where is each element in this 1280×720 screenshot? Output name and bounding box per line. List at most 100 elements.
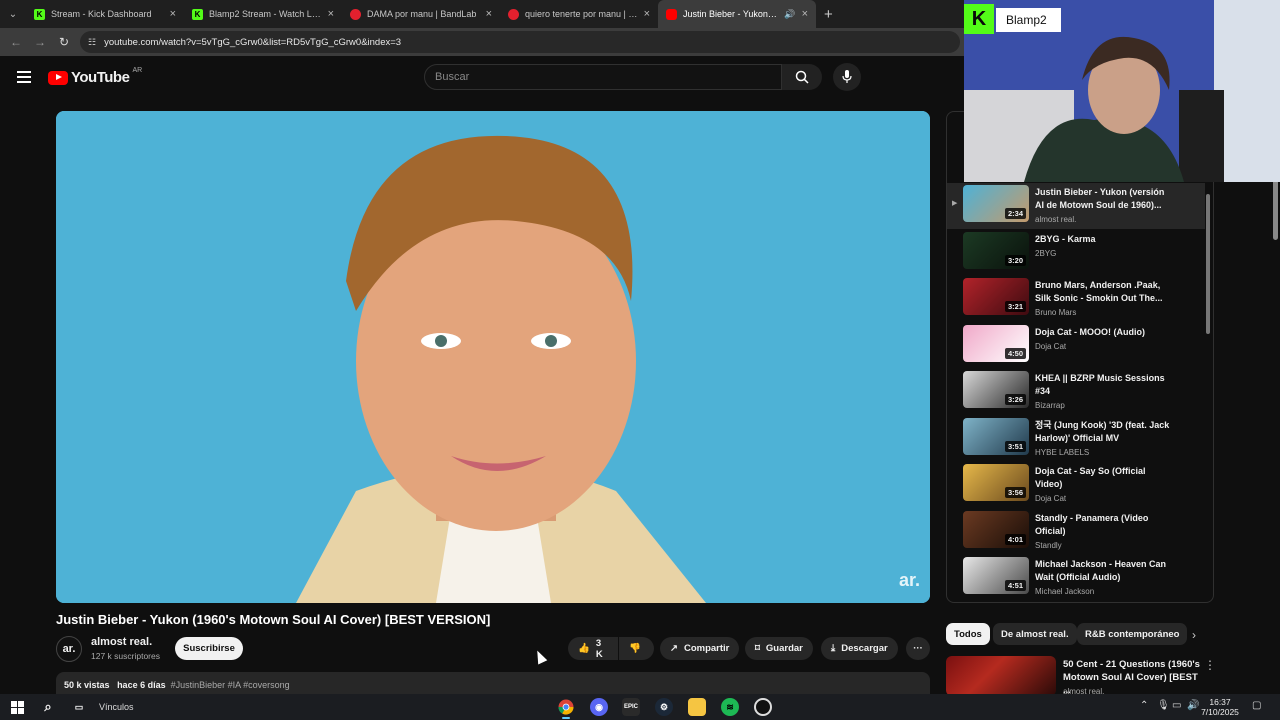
browser-tab[interactable]: K Stream - Kick Dashboard ×	[26, 0, 184, 28]
more-vert-icon[interactable]: ⋮	[1204, 658, 1216, 672]
channel-name[interactable]: almost real.	[91, 636, 152, 648]
file-explorer-icon[interactable]	[688, 698, 706, 716]
bookmark-icon: ⌑	[755, 643, 760, 654]
upload-age: hace 6 días	[117, 680, 166, 690]
share-icon: ↗	[670, 643, 678, 654]
playlist-scrollbar[interactable]	[1206, 184, 1212, 594]
back-icon[interactable]: ←	[4, 35, 28, 49]
playlist-item-channel: Michael Jackson	[1035, 587, 1095, 596]
browser-tab-active[interactable]: Justin Bieber - Yukon (1960' 🔊 ×	[658, 0, 816, 28]
system-clock[interactable]: 16:37 7/10/2025	[1200, 697, 1240, 717]
playlist-item[interactable]: 3:21 Bruno Mars, Anderson .Paak, Silk Son…	[947, 276, 1205, 322]
now-playing-icon: ▶	[952, 200, 958, 207]
search-icon[interactable]: ⌕	[39, 698, 57, 716]
playlist-thumbnail: 3:51	[963, 417, 1029, 455]
spotify-icon[interactable]: ≋	[721, 698, 739, 716]
playlist-item[interactable]: Doja Cat - Hot Pink Sessions:	[947, 602, 1205, 603]
video-duration: 4:01	[1004, 533, 1026, 545]
close-tab-icon[interactable]: ×	[328, 8, 334, 20]
subscribe-button[interactable]: Suscribirse	[175, 637, 243, 660]
playlist-item-title: 2BYG - Karma	[1035, 233, 1096, 244]
playlist-item-channel: 2BYG	[1035, 248, 1057, 258]
video-duration: 3:56	[1004, 487, 1026, 498]
site-info-icon[interactable]: ☷	[88, 37, 96, 48]
close-tab-icon[interactable]: ×	[486, 8, 492, 20]
chip-channel[interactable]: De almost real.	[993, 623, 1077, 645]
menu-icon[interactable]	[17, 71, 31, 83]
hashtags[interactable]: #JustinBieber #IA #coversong	[171, 680, 290, 690]
youtube-play-icon	[48, 70, 68, 85]
more-actions-button[interactable]: ···	[906, 637, 930, 660]
playlist-item-title: 정국 (Jung Kook) '3D (feat. Jack Harlow)' …	[1035, 419, 1170, 443]
speaker-icon[interactable]: 🔊	[784, 9, 795, 20]
network-icon[interactable]: ▭	[1172, 700, 1181, 711]
share-button[interactable]: ↗ Compartir	[660, 637, 740, 660]
dislike-button[interactable]: 👎	[619, 637, 654, 660]
youtube-icon	[666, 8, 677, 20]
youtube-logo[interactable]: YouTube AR	[48, 67, 142, 86]
close-tab-icon[interactable]: ×	[802, 8, 808, 20]
playlist-scroll-thumb[interactable]	[1206, 194, 1210, 334]
links-toolbar[interactable]: Vínculos	[99, 702, 134, 712]
url-field[interactable]: ☷ youtube.com/watch?v=5vTgG_cGrw0&list=R…	[80, 31, 960, 53]
microphone-tray-icon[interactable]: 🎙	[1157, 700, 1170, 711]
video-duration: 3:20	[1004, 254, 1026, 266]
playlist-item[interactable]: 3:26 KHEA || BZRP Music Sessions #34 Bizar…	[947, 369, 1205, 415]
like-button[interactable]: 👍 3 K	[568, 637, 618, 660]
more-icon: ···	[913, 643, 923, 654]
forward-icon[interactable]: →	[28, 35, 52, 49]
volume-icon[interactable]: 🔊	[1187, 700, 1199, 711]
chip-all[interactable]: Todos	[946, 623, 990, 645]
bandlab-icon	[508, 8, 519, 20]
kick-icon: K	[192, 8, 203, 20]
playlist-item[interactable]: 4:01 Standly - Panamera (Video Oficial) St…	[947, 509, 1205, 555]
thumbs-up-icon: 👍	[578, 643, 590, 654]
search-button[interactable]	[782, 64, 822, 90]
page-scrollbar[interactable]	[1270, 100, 1280, 694]
channel-avatar[interactable]: ar.	[56, 636, 82, 662]
steam-icon[interactable]: ⚙	[655, 698, 673, 716]
reload-icon[interactable]: ↻	[52, 35, 76, 49]
windows-start-icon[interactable]	[8, 698, 26, 716]
new-tab-icon[interactable]: +	[816, 6, 841, 23]
playlist-item[interactable]: 3:20 2BYG - Karma 2BYG	[947, 230, 1205, 276]
recommended-video[interactable]: 50 Cent - 21 Questions (1960's Motown So…	[946, 656, 1280, 696]
channel-watermark: ar.	[898, 570, 920, 590]
chrome-icon[interactable]	[557, 698, 575, 719]
browser-tab[interactable]: DAMA por manu | BandLab ×	[342, 0, 500, 28]
browser-tab[interactable]: quiero tenerte por manu | Band ×	[500, 0, 658, 28]
close-tab-icon[interactable]: ×	[170, 8, 176, 20]
playlist-item-channel: Bruno Mars	[1035, 308, 1077, 317]
playlist-item[interactable]: ▶ 2:34 Justin Bieber - Yukon (versión AI d…	[947, 183, 1205, 229]
kick-icon: K	[34, 8, 45, 20]
playlist-item-title: Bruno Mars, Anderson .Paak, Silk Sonic -…	[1035, 280, 1163, 303]
playlist-panel: ▶ 2:34 Justin Bieber - Yukon (versión AI d…	[946, 111, 1214, 603]
playlist-item[interactable]: 3:51 정국 (Jung Kook) '3D (feat. Jack Harlo…	[947, 416, 1205, 462]
search-input[interactable]: Buscar	[424, 64, 782, 90]
epic-games-icon[interactable]: EPIC	[622, 698, 640, 716]
chip-genre[interactable]: R&B contemporáneo	[1077, 623, 1188, 645]
playlist-item-channel: almost real.	[1035, 215, 1077, 224]
playlist-item[interactable]: 4:50 Doja Cat - MOOO! (Audio) Doja Cat	[947, 323, 1205, 369]
obs-icon[interactable]	[754, 698, 772, 716]
browser-tab[interactable]: K Blamp2 Stream - Watch Live on ×	[184, 0, 342, 28]
recommended-thumbnail	[946, 656, 1056, 696]
download-button[interactable]: ⤓ Descargar	[821, 637, 898, 660]
notifications-icon[interactable]: ▢	[1252, 700, 1261, 711]
tray-overflow-icon[interactable]: ⌃	[1140, 700, 1148, 711]
playlist-thumbnail: 3:26	[963, 371, 1029, 408]
playlist-thumbnail: 2:34	[963, 185, 1029, 222]
thumbs-down-icon: 👎	[629, 643, 641, 654]
url-text: youtube.com/watch?v=5vTgG_cGrw0&list=RD5…	[104, 36, 402, 48]
playlist-item[interactable]: 3:56 Doja Cat - Say So (Official Video) Do…	[947, 462, 1205, 508]
chevron-right-icon[interactable]: ›	[1192, 628, 1196, 642]
voice-search-button[interactable]	[833, 63, 861, 91]
close-tab-icon[interactable]: ×	[644, 8, 650, 20]
discord-icon[interactable]: ◉	[590, 698, 608, 716]
video-player[interactable]: ar.	[56, 111, 930, 603]
playlist-thumbnail: 4:51	[963, 557, 1029, 594]
tab-search-menu-icon[interactable]: ⌄	[0, 0, 26, 28]
playlist-item[interactable]: 4:51 Michael Jackson - Heaven Can Wait (O…	[947, 555, 1205, 601]
save-button[interactable]: ⌑ Guardar	[745, 637, 813, 660]
task-view-icon[interactable]: ▭	[70, 698, 88, 716]
